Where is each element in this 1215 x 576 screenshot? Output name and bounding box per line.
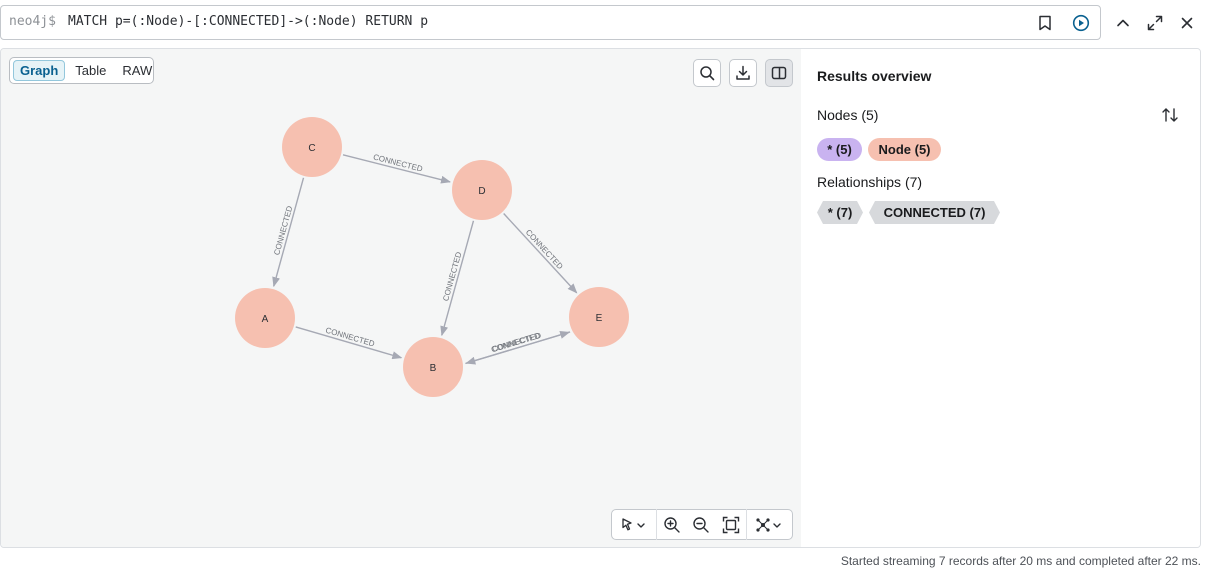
query-editor[interactable]: neo4j$ MATCH p=(:Node)-[:CONNECTED]->(:N… [0, 5, 1101, 40]
results-overview-panel: Results overview Nodes (5) * (5) Node (5… [801, 49, 1200, 547]
tab-table[interactable]: Table [69, 61, 112, 80]
toggle-panel-button[interactable] [765, 59, 793, 87]
results-overview-title: Results overview [817, 68, 932, 84]
query-text[interactable]: MATCH p=(:Node)-[:CONNECTED]->(:Node) RE… [68, 14, 428, 29]
graph-visualization[interactable]: CONNECTEDCONNECTEDCONNECTEDCONNECTEDCONN… [1, 49, 801, 547]
download-icon [736, 65, 750, 80]
relationships-heading: Relationships (7) [817, 174, 923, 190]
relationship-label: CONNECTED [272, 205, 294, 256]
bookmark-icon[interactable] [1035, 13, 1055, 33]
relationship-label: CONNECTED [372, 152, 424, 173]
graph-node-label: D [478, 186, 485, 197]
fullscreen-icon[interactable] [1144, 12, 1166, 34]
graph-node-label: C [308, 143, 315, 154]
search-icon [700, 66, 715, 81]
node-pill-all[interactable]: * (5) [817, 138, 862, 161]
layout-button[interactable] [747, 510, 792, 539]
pointer-mode-button[interactable] [612, 510, 656, 539]
graph-node-label: A [262, 314, 269, 325]
view-tabs: Graph Table RAW [9, 57, 154, 84]
tab-graph[interactable]: Graph [13, 60, 66, 81]
zoom-out-icon [693, 516, 710, 533]
run-icon[interactable] [1071, 13, 1091, 33]
sort-icon[interactable] [1161, 106, 1179, 129]
pointer-icon [622, 517, 645, 530]
graph-node-label: E [596, 313, 603, 324]
status-message: Started streaming 7 records after 20 ms … [840, 554, 1201, 568]
download-button[interactable] [729, 59, 757, 87]
graph-canvas[interactable]: CONNECTED CONNECTED CONNECTED CONNECTED CONN… [1, 49, 801, 547]
zoom-out-button[interactable] [687, 510, 717, 539]
zoom-in-icon [663, 516, 680, 533]
zoom-in-button[interactable] [657, 510, 687, 539]
panel-icon [771, 66, 787, 80]
relationship-edge[interactable] [503, 213, 578, 294]
fit-to-screen-button[interactable] [716, 510, 746, 539]
relationship-pill-connected[interactable]: CONNECTED (7) [869, 201, 1000, 224]
relationship-pill-all[interactable]: * (7) [817, 201, 863, 224]
graph-node-label: B [430, 363, 437, 374]
collapse-icon[interactable] [1112, 12, 1134, 34]
graph-toolbar [611, 509, 793, 540]
layout-icon [756, 517, 781, 532]
nodes-heading: Nodes (5) [817, 107, 879, 123]
tab-raw[interactable]: RAW [116, 61, 158, 80]
query-prompt: neo4j$ [9, 14, 56, 29]
close-icon[interactable] [1176, 12, 1198, 34]
result-frame: CONNECTED CONNECTED CONNECTED CONNECTED CONN… [0, 48, 1201, 548]
search-button[interactable] [693, 59, 721, 87]
node-pill-node[interactable]: Node (5) [868, 138, 941, 161]
fit-icon [723, 516, 740, 533]
relationship-label: CONNECTED [524, 228, 565, 272]
